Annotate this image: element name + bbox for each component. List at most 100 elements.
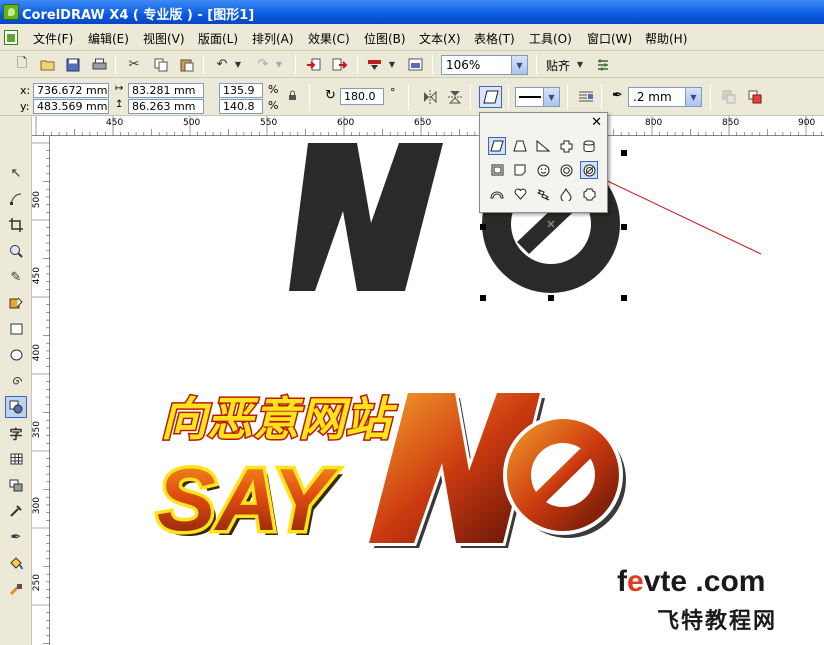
- h-ruler-label: 500: [183, 118, 201, 128]
- redo-icon[interactable]: ↷: [253, 55, 273, 74]
- application-launcher-icon[interactable]: [364, 55, 384, 74]
- cut-icon[interactable]: ✂: [124, 55, 144, 74]
- arc-shape-icon[interactable]: [488, 185, 506, 203]
- x-position-input[interactable]: 736.672 mm: [33, 83, 109, 98]
- freehand-tool-icon[interactable]: ✎: [5, 266, 27, 288]
- save-icon[interactable]: [63, 55, 83, 74]
- text-tool-icon[interactable]: 字: [5, 422, 27, 444]
- shape-tool-icon[interactable]: [5, 188, 27, 210]
- selection-handle[interactable]: [480, 224, 486, 230]
- text-wrap-icon[interactable]: [576, 87, 596, 106]
- interactive-fill-tool-icon[interactable]: [5, 578, 27, 600]
- options-icon[interactable]: [593, 55, 613, 74]
- rotation-angle-input[interactable]: 180.0: [340, 88, 384, 105]
- right-triangle-shape-icon[interactable]: [534, 137, 552, 155]
- snap-to-label[interactable]: 贴齐: [546, 57, 570, 74]
- menu-edit[interactable]: 编辑(E): [88, 30, 129, 47]
- spiral-tool-icon[interactable]: [5, 370, 27, 392]
- mirror-horizontal-icon[interactable]: [420, 87, 440, 106]
- outline-width-combo[interactable]: .2 mm ▼: [628, 87, 702, 107]
- launcher-dropdown-icon[interactable]: ▼: [386, 55, 398, 74]
- crop-tool-icon[interactable]: [5, 214, 27, 236]
- trapezoid-shape-icon[interactable]: [511, 137, 529, 155]
- document-icon[interactable]: [4, 30, 18, 45]
- redo-dropdown-icon[interactable]: ▼: [273, 55, 285, 74]
- no-symbol-shape-icon[interactable]: [580, 161, 598, 179]
- h-ruler-label: 850: [722, 118, 740, 128]
- perfect-shapes-button[interactable]: [479, 86, 502, 108]
- selection-handle[interactable]: [621, 224, 627, 230]
- eyedropper-tool-icon[interactable]: [5, 500, 27, 522]
- watermark-domain: fevte .com: [617, 565, 766, 598]
- lightning-shape-icon[interactable]: [534, 185, 552, 203]
- menu-effects[interactable]: 效果(C): [308, 30, 350, 47]
- percent-label: %: [268, 99, 279, 112]
- outline-tool-icon[interactable]: ✒: [5, 526, 27, 548]
- cross-shape-icon[interactable]: [557, 137, 575, 155]
- heart-shape-icon[interactable]: [511, 185, 529, 203]
- undo-dropdown-icon[interactable]: ▼: [232, 55, 244, 74]
- selection-handle[interactable]: [621, 150, 627, 156]
- export-icon[interactable]: [329, 55, 349, 74]
- zoom-level-combo[interactable]: 106% ▼: [441, 55, 528, 75]
- mirror-vertical-icon[interactable]: [445, 87, 465, 106]
- ellipse-tool-icon[interactable]: [5, 344, 27, 366]
- coreldraw-app-icon[interactable]: [3, 4, 19, 20]
- fill-tool-icon[interactable]: [5, 552, 27, 574]
- smart-fill-tool-icon[interactable]: [5, 292, 27, 314]
- print-icon[interactable]: [89, 55, 109, 74]
- menu-bitmaps[interactable]: 位图(B): [364, 30, 406, 47]
- selection-handle[interactable]: [480, 295, 486, 301]
- cylinder-shape-icon[interactable]: [580, 137, 598, 155]
- smiley-shape-icon[interactable]: [534, 161, 552, 179]
- scale-y-input[interactable]: 140.8: [219, 99, 263, 114]
- pick-tool-icon[interactable]: ↖: [5, 162, 27, 184]
- welcome-screen-icon[interactable]: [405, 55, 425, 74]
- menu-view[interactable]: 视图(V): [143, 30, 185, 47]
- parallelogram-shape-icon[interactable]: [488, 137, 506, 155]
- vertical-ruler[interactable]: 500 450 400 350 300 250: [32, 136, 50, 645]
- snap-dropdown-icon[interactable]: ▼: [574, 55, 586, 74]
- plaque-shape-icon[interactable]: [580, 185, 598, 203]
- outline-style-combo[interactable]: ▼: [515, 87, 560, 107]
- menu-window[interactable]: 窗口(W): [587, 30, 632, 47]
- object-height-input[interactable]: 86.263 mm: [128, 99, 204, 114]
- close-icon[interactable]: ✕: [591, 115, 602, 130]
- menu-text[interactable]: 文本(X): [419, 30, 461, 47]
- menu-file[interactable]: 文件(F): [33, 30, 73, 47]
- to-front-icon[interactable]: [719, 87, 739, 106]
- drop-shape-icon[interactable]: [557, 185, 575, 203]
- new-document-icon[interactable]: 🗋: [12, 55, 32, 74]
- y-position-input[interactable]: 483.569 mm: [33, 99, 109, 114]
- chevron-down-icon[interactable]: ▼: [543, 88, 559, 106]
- chevron-down-icon[interactable]: ▼: [511, 56, 527, 74]
- paste-icon[interactable]: [177, 55, 197, 74]
- v-ruler-label: 450: [32, 267, 42, 285]
- donut-shape-icon[interactable]: [557, 161, 575, 179]
- horizontal-ruler[interactable]: 450 500 550 600 650 700 750 800 850 900: [32, 116, 824, 136]
- convert-to-curves-icon[interactable]: [745, 87, 765, 106]
- import-icon[interactable]: [303, 55, 323, 74]
- lock-ratio-icon[interactable]: [284, 87, 300, 103]
- rectangle-tool-icon[interactable]: [5, 318, 27, 340]
- open-folder-icon[interactable]: [37, 55, 57, 74]
- folded-corner-shape-icon[interactable]: [511, 161, 529, 179]
- menu-layout[interactable]: 版面(L): [198, 30, 238, 47]
- selection-handle[interactable]: [548, 295, 554, 301]
- frame-shape-icon[interactable]: [488, 161, 506, 179]
- window-title: CorelDRAW X4 ( 专业版 ) - [图形1]: [22, 8, 255, 23]
- basic-shapes-tool-icon[interactable]: [5, 396, 27, 418]
- copy-icon[interactable]: [151, 55, 171, 74]
- chevron-down-icon[interactable]: ▼: [685, 88, 701, 106]
- table-tool-icon[interactable]: [5, 448, 27, 470]
- menu-table[interactable]: 表格(T): [474, 30, 515, 47]
- scale-x-input[interactable]: 135.9: [219, 83, 263, 98]
- selection-handle[interactable]: [621, 295, 627, 301]
- undo-icon[interactable]: ↶: [212, 55, 232, 74]
- menu-help[interactable]: 帮助(H): [645, 30, 687, 47]
- menu-arrange[interactable]: 排列(A): [252, 30, 294, 47]
- object-width-input[interactable]: 83.281 mm: [128, 83, 204, 98]
- menu-tools[interactable]: 工具(O): [529, 30, 572, 47]
- interactive-blend-tool-icon[interactable]: [5, 474, 27, 496]
- zoom-tool-icon[interactable]: [5, 240, 27, 262]
